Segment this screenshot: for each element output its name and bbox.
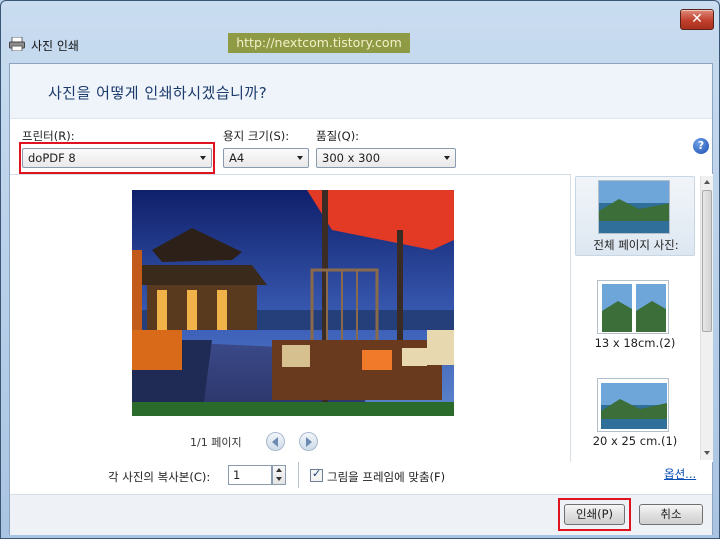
chevron-down-icon (297, 156, 303, 160)
layout-item-13x18[interactable]: 13 x 18cm.(2) (575, 270, 693, 352)
paper-size-label: 용지 크기(S): (223, 129, 290, 143)
page-indicator: 1/1 페이지 (190, 436, 242, 449)
quality-select[interactable]: 300 x 300 (316, 148, 456, 168)
printer-highlight-box (19, 142, 215, 174)
quality-label: 품질(Q): (316, 129, 360, 143)
close-button[interactable]: ✕ (680, 9, 714, 30)
previous-page-button[interactable] (266, 432, 285, 451)
layout-list: 전체 페이지 사진: 13 x 18cm.(2) 20 x 25 cm.(1) (570, 174, 713, 462)
layout-label: 전체 페이지 사진: (593, 238, 679, 252)
cancel-button[interactable]: 취소 (639, 504, 703, 525)
separator (298, 462, 299, 488)
layout-scrollbar[interactable] (700, 176, 713, 460)
layout-label: 20 x 25 cm.(1) (592, 434, 678, 448)
fit-to-frame-checkbox[interactable]: ✓ (310, 467, 323, 482)
chevron-down-icon (444, 156, 450, 160)
arrow-left-icon (272, 437, 278, 447)
arrow-right-icon (306, 437, 312, 447)
layout-item-20x25[interactable]: 20 x 25 cm.(1) (575, 370, 693, 452)
copies-label: 각 사진의 복사본(C): (108, 470, 211, 484)
dialog-content: 사진을 어떻게 인쇄하시겠습니까? 프린터(R): doPDF 8 용지 크기(… (9, 63, 713, 535)
copies-value: 1 (233, 468, 241, 482)
print-highlight-box (558, 498, 631, 531)
checkmark-icon: ✓ (312, 467, 322, 480)
copies-spinner[interactable] (272, 465, 286, 485)
close-icon: ✕ (691, 11, 703, 27)
scroll-up-icon (704, 180, 710, 184)
scrollbar-thumb[interactable] (702, 190, 712, 332)
print-pictures-window: 사진 인쇄 http://nextcom.tistory.com ✕ 사진을 어… (0, 0, 720, 539)
dialog-footer: 인쇄(P) 취소 (10, 494, 712, 535)
landscape-thumbnail-icon (598, 379, 668, 431)
quality-value: 300 x 300 (322, 151, 381, 165)
copies-input[interactable]: 1 (228, 465, 272, 485)
portrait-pair-thumbnail-icon (598, 281, 668, 333)
header-band: 사진을 어떻게 인쇄하시겠습니까? (10, 64, 712, 119)
spinner-down-icon (276, 477, 282, 481)
window-title: 사진 인쇄 (31, 39, 79, 53)
watermark-url: http://nextcom.tistory.com (228, 33, 410, 53)
fit-to-frame-label: 그림을 프레임에 맞춤(F) (327, 470, 446, 484)
scroll-down-icon (704, 451, 710, 455)
title-bar: 사진 인쇄 http://nextcom.tistory.com ✕ (1, 1, 719, 61)
layout-item-full-page[interactable]: 전체 페이지 사진: (575, 176, 695, 256)
landscape-thumbnail-icon (599, 181, 669, 233)
layout-label: 13 x 18cm.(2) (594, 336, 676, 350)
paper-size-select[interactable]: A4 (223, 148, 309, 168)
layout-thumbnail (598, 180, 670, 234)
page-title: 사진을 어떻게 인쇄하시겠습니까? (48, 84, 268, 102)
next-page-button[interactable] (299, 432, 318, 451)
layout-thumbnail (597, 280, 669, 334)
printer-icon (9, 37, 25, 51)
spinner-up-icon (276, 468, 282, 472)
help-icon[interactable]: ? (693, 138, 709, 154)
paper-size-value: A4 (229, 151, 245, 165)
layout-thumbnail (597, 378, 669, 432)
options-link[interactable]: 옵션... (664, 466, 696, 482)
preview-photo (132, 190, 454, 416)
